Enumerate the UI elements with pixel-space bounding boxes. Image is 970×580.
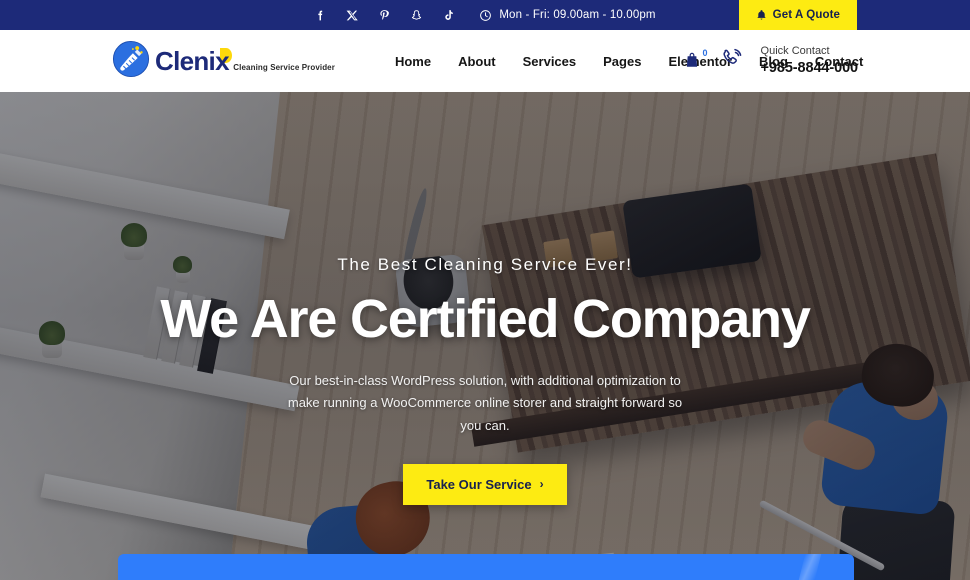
tiktok-icon[interactable] xyxy=(442,8,455,22)
social-links xyxy=(314,8,455,22)
nav-item-services[interactable]: Services xyxy=(523,54,577,69)
get-a-quote-button[interactable]: Get A Quote xyxy=(738,0,857,30)
top-bar: Mon - Fri: 09.00am - 10.00pm Get A Quote xyxy=(0,0,970,30)
phone-icon[interactable] xyxy=(720,47,744,76)
nav-item-about[interactable]: About xyxy=(458,54,496,69)
take-our-service-label: Take Our Service xyxy=(426,476,532,492)
nav-item-home[interactable]: Home xyxy=(395,54,431,69)
take-our-service-button[interactable]: Take Our Service › xyxy=(403,463,567,505)
x-twitter-icon[interactable] xyxy=(346,8,359,22)
facebook-icon[interactable] xyxy=(314,8,327,22)
hero-description: Our best-in-class WordPress solution, wi… xyxy=(287,372,683,434)
hero-section: The Best Cleaning Service Ever! We Are C… xyxy=(0,92,970,580)
bottom-blue-band xyxy=(118,554,854,580)
business-hours-text: Mon - Fri: 09.00am - 10.00pm xyxy=(499,9,656,21)
quick-contact-label: Quick Contact xyxy=(760,45,830,58)
band-highlight-stripe xyxy=(798,554,822,580)
page-root: Mon - Fri: 09.00am - 10.00pm Get A Quote xyxy=(0,0,970,580)
pinterest-icon[interactable] xyxy=(378,8,391,22)
logo[interactable]: Clenix Cleaning Service Provider xyxy=(112,40,335,83)
cart-count-badge: 0 xyxy=(702,48,708,58)
clock-icon xyxy=(479,9,492,22)
snapchat-icon[interactable] xyxy=(410,8,423,22)
hero-title: We Are Certified Company xyxy=(160,289,811,349)
logo-tagline: Cleaning Service Provider xyxy=(233,63,335,72)
quick-contact-number[interactable]: +985-8844-000 xyxy=(761,59,859,77)
shopping-bag-icon xyxy=(683,50,703,70)
bell-icon xyxy=(756,9,767,21)
hero-content: The Best Cleaning Service Ever! We Are C… xyxy=(0,92,970,580)
business-hours: Mon - Fri: 09.00am - 10.00pm xyxy=(479,9,656,22)
site-header: Clenix Cleaning Service Provider Home Ab… xyxy=(0,30,970,92)
quick-contact: Quick Contact +985-8844-000 xyxy=(760,45,859,77)
cart-button[interactable]: 0 xyxy=(683,48,708,72)
hero-subtitle: The Best Cleaning Service Ever! xyxy=(337,255,633,274)
top-bar-inner: Mon - Fri: 09.00am - 10.00pm xyxy=(314,8,656,22)
chevron-right-icon: › xyxy=(539,477,544,492)
logo-text: Clenix Cleaning Service Provider xyxy=(155,47,335,75)
get-a-quote-label: Get A Quote xyxy=(772,9,840,21)
logo-name: Clenix xyxy=(155,46,230,76)
nav-item-pages[interactable]: Pages xyxy=(603,54,641,69)
logo-brush-icon xyxy=(112,40,150,83)
header-right: 0 Quick Contact +985-8844-000 xyxy=(683,45,858,77)
